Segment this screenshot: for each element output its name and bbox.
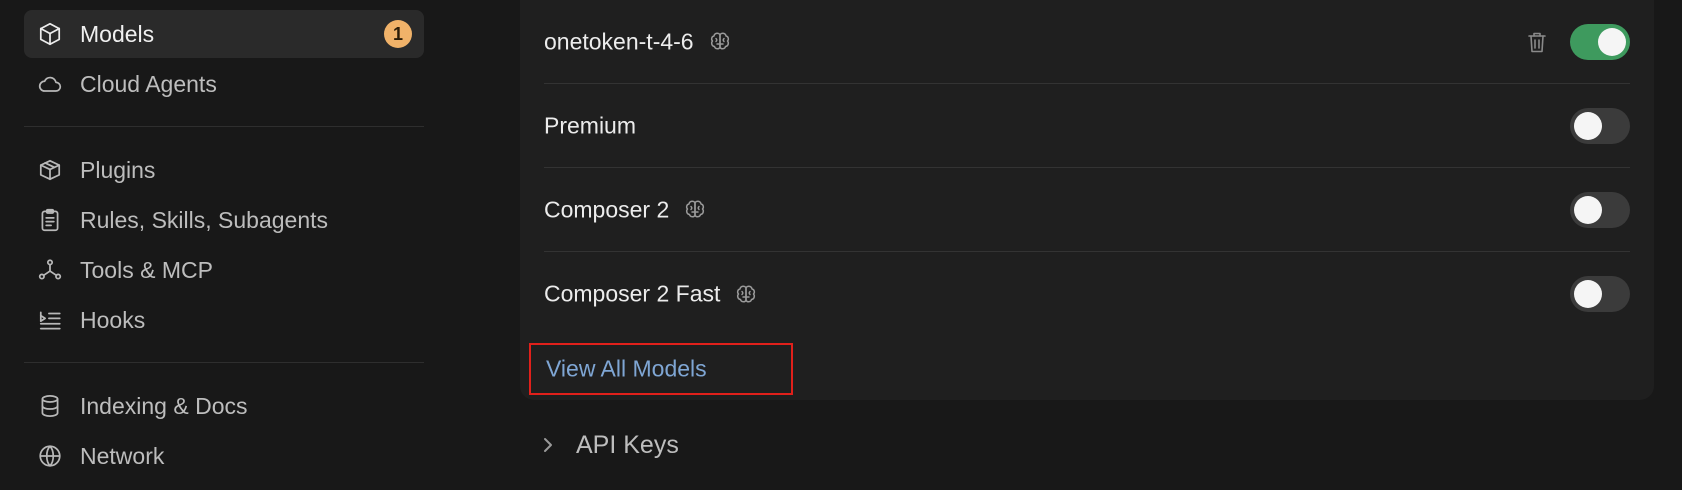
toggle-knob — [1598, 27, 1626, 56]
view-all-models-highlight: View All Models — [529, 343, 793, 395]
sidebar-item-label: Cloud Agents — [80, 70, 217, 97]
sidebar-item-cloud-agents[interactable]: Cloud Agents — [24, 60, 424, 108]
brain-icon — [683, 198, 707, 222]
model-toggle[interactable] — [1570, 107, 1630, 144]
api-keys-label: API Keys — [576, 430, 679, 459]
notification-badge: 1 — [384, 20, 412, 48]
model-name: onetoken-t-4-6 — [544, 28, 732, 55]
toggle-knob — [1574, 111, 1602, 140]
globe-icon — [36, 442, 64, 470]
model-name-label: Premium — [544, 112, 637, 138]
brain-icon — [708, 30, 732, 54]
sidebar-item-label: Indexing & Docs — [80, 392, 248, 419]
sidebar-item-label: Rules, Skills, Subagents — [80, 206, 329, 233]
model-toggle[interactable] — [1570, 23, 1630, 60]
model-name-label: onetoken-t-4-6 — [544, 28, 694, 54]
database-icon — [36, 392, 64, 420]
sidebar-item-hooks[interactable]: Hooks — [24, 296, 424, 344]
sidebar-item-models[interactable]: Models 1 — [24, 10, 424, 58]
model-toggle[interactable] — [1570, 191, 1630, 228]
model-name: Composer 2 Fast — [544, 281, 758, 308]
hooks-list-icon — [36, 306, 64, 334]
sidebar-item-label: Plugins — [80, 156, 156, 183]
cube-icon — [36, 20, 64, 48]
sidebar-item-rules-skills-subagents[interactable]: Rules, Skills, Subagents — [24, 196, 424, 244]
trash-icon[interactable] — [1526, 30, 1548, 54]
sidebar-item-label: Tools & MCP — [80, 256, 213, 283]
sidebar-item-label: Models — [80, 20, 155, 47]
model-name: Premium — [544, 112, 636, 139]
cloud-icon — [36, 70, 64, 98]
chevron-right-icon — [540, 437, 556, 453]
model-row-composer-2-fast: Composer 2 Fast — [544, 252, 1630, 336]
model-row-premium: Premium — [544, 84, 1630, 168]
model-name-label: Composer 2 — [544, 196, 670, 222]
model-toggle[interactable] — [1570, 276, 1630, 312]
model-row-onetoken: onetoken-t-4-6 — [544, 0, 1630, 84]
sidebar-item-label: Hooks — [80, 306, 146, 333]
toggle-knob — [1574, 280, 1602, 308]
model-row-composer-2: Composer 2 — [544, 168, 1630, 252]
settings-window: Models 1 Cloud Agents Plugins Rules, Ski… — [0, 0, 1682, 490]
model-name-label: Composer 2 Fast — [544, 280, 721, 307]
sidebar-item-label: Network — [80, 442, 165, 469]
toggle-knob — [1574, 195, 1602, 224]
clipboard-icon — [36, 206, 64, 234]
settings-sidebar: Models 1 Cloud Agents Plugins Rules, Ski… — [24, 0, 424, 490]
sidebar-divider — [24, 362, 424, 363]
view-all-models-link[interactable]: View All Models — [546, 356, 707, 383]
sidebar-item-network[interactable]: Network — [24, 432, 424, 480]
brain-icon — [734, 282, 758, 306]
api-keys-section-toggle[interactable]: API Keys — [540, 422, 679, 468]
network-nodes-icon — [36, 256, 64, 284]
sidebar-item-plugins[interactable]: Plugins — [24, 146, 424, 194]
sidebar-divider — [24, 126, 424, 127]
model-name: Composer 2 — [544, 196, 707, 223]
package-icon — [36, 156, 64, 184]
sidebar-item-indexing-docs[interactable]: Indexing & Docs — [24, 382, 424, 430]
sidebar-item-tools-mcp[interactable]: Tools & MCP — [24, 246, 424, 294]
